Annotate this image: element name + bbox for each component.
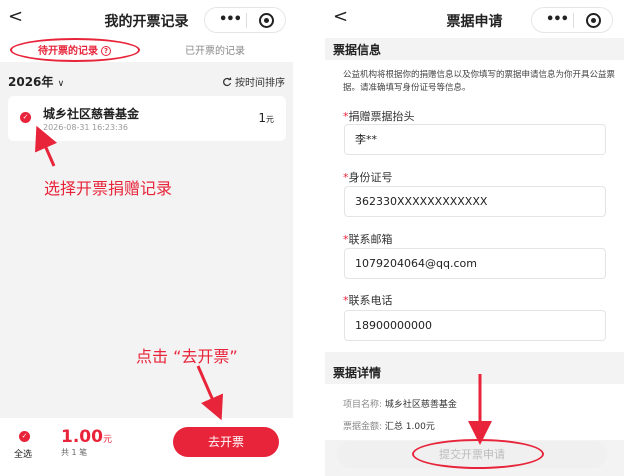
arrow-to-invoice-button <box>196 365 224 421</box>
arrow-to-record <box>35 125 58 167</box>
annotation-arrows <box>35 125 492 445</box>
